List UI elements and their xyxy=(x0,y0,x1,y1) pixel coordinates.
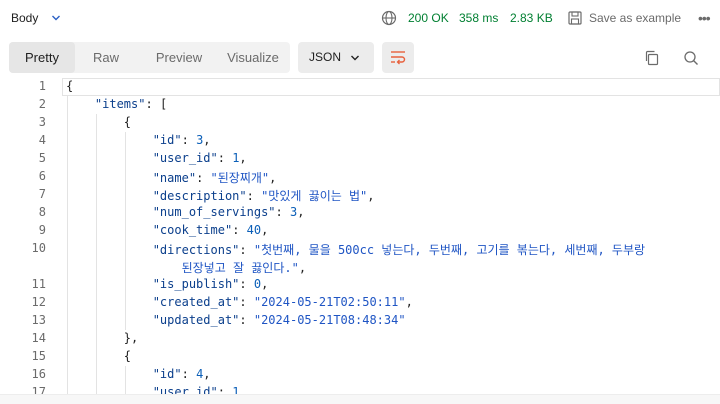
line-number: 7 xyxy=(38,187,46,201)
code-line[interactable]: "id": 4, xyxy=(66,367,211,381)
code-line[interactable]: 된장넣고 잘 끓인다.", xyxy=(66,259,306,276)
tab-preview[interactable]: Preview xyxy=(139,42,219,73)
body-tab[interactable]: Body xyxy=(11,11,38,25)
copy-icon[interactable] xyxy=(644,50,660,66)
code-line[interactable]: { xyxy=(66,349,131,363)
format-select[interactable]: JSON xyxy=(298,42,374,73)
line-number: 3 xyxy=(38,115,46,129)
line-number: 11 xyxy=(31,277,46,291)
code-line[interactable]: "name": "된장찌개", xyxy=(66,169,277,186)
line-number: 6 xyxy=(38,169,46,183)
save-icon[interactable] xyxy=(567,10,583,26)
code-line[interactable]: { xyxy=(66,115,131,129)
tab-visualize[interactable]: Visualize xyxy=(219,42,287,73)
wrap-lines-icon xyxy=(391,51,406,65)
line-number: 14 xyxy=(31,331,46,345)
code-line[interactable]: "items": [ xyxy=(66,97,167,111)
globe-icon[interactable] xyxy=(381,10,397,26)
response-body-editor[interactable]: 1 {2 "items": [ 3 {4 "id": 3, 5 "user_id": … xyxy=(0,78,720,394)
line-number: 4 xyxy=(38,133,46,147)
line-number: 15 xyxy=(31,349,46,363)
line-number: 10 xyxy=(31,241,46,255)
code-line[interactable]: "cook_time": 40, xyxy=(66,223,269,237)
code-line[interactable]: "is_publish": 0, xyxy=(66,277,269,291)
active-line-highlight xyxy=(62,78,720,96)
code-line[interactable]: "user_id": 1 xyxy=(66,385,240,394)
code-line[interactable]: "description": "맛있게 끓이는 법", xyxy=(66,187,375,204)
wrap-lines-button[interactable] xyxy=(382,42,414,73)
code-line[interactable]: { xyxy=(66,79,73,93)
code-line[interactable]: }, xyxy=(66,331,138,345)
line-number: 2 xyxy=(38,97,46,111)
code-line[interactable]: "num_of_servings": 3, xyxy=(66,205,305,219)
line-number: 5 xyxy=(38,151,46,165)
code-line[interactable]: "updated_at": "2024-05-21T08:48:34" xyxy=(66,313,406,327)
line-number: 1 xyxy=(38,79,46,93)
code-line[interactable]: "user_id": 1, xyxy=(66,151,247,165)
format-select-value: JSON xyxy=(309,50,342,64)
response-header: Body 200 OK 358 ms 2.83 KB Save as examp… xyxy=(0,0,720,36)
line-number: 16 xyxy=(31,367,46,381)
chevron-down-icon[interactable] xyxy=(51,13,61,23)
tab-pretty[interactable]: Pretty xyxy=(9,42,75,73)
chevron-down-icon xyxy=(351,55,359,61)
horizontal-scrollbar[interactable] xyxy=(0,394,720,404)
line-number: 13 xyxy=(31,313,46,327)
code-line[interactable]: "created_at": "2024-05-21T02:50:11", xyxy=(66,295,413,309)
response-size[interactable]: 2.83 KB xyxy=(510,11,553,25)
search-icon[interactable] xyxy=(683,50,699,66)
tab-raw[interactable]: Raw xyxy=(75,42,137,73)
save-as-example-button[interactable]: Save as example xyxy=(589,11,681,25)
more-options-icon[interactable]: ••• xyxy=(698,10,711,26)
line-number: 12 xyxy=(31,295,46,309)
code-line[interactable]: "id": 3, xyxy=(66,133,211,147)
line-number: 8 xyxy=(38,205,46,219)
line-number: 17 xyxy=(31,385,46,394)
line-number: 9 xyxy=(38,223,46,237)
code-line[interactable]: "directions": "첫번째, 물을 500cc 넣는다, 두번째, 고… xyxy=(66,241,645,258)
view-mode-tabs: Pretty Raw Preview Visualize xyxy=(9,42,290,73)
response-time[interactable]: 358 ms xyxy=(459,11,498,25)
status-code[interactable]: 200 OK xyxy=(408,11,449,25)
